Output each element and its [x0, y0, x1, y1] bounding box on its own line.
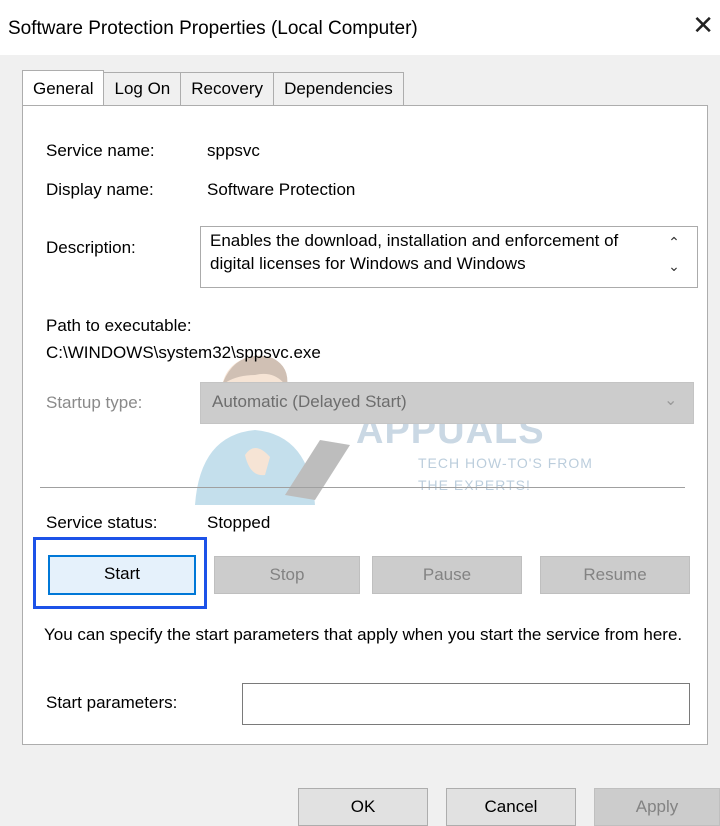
description-text: Enables the download, installation and e… — [210, 231, 619, 273]
tab-log-on[interactable]: Log On — [103, 72, 182, 105]
path-label: Path to executable: — [46, 316, 192, 335]
service-name-value: sppsvc — [207, 141, 260, 160]
start-parameters-info: You can specify the start parameters tha… — [44, 625, 683, 644]
tab-recovery[interactable]: Recovery — [180, 72, 275, 105]
tab-bar: General Log On Recovery Dependencies — [22, 70, 404, 106]
window-title: Software Protection Properties (Local Co… — [8, 18, 418, 39]
display-name-value: Software Protection — [207, 180, 356, 199]
chevron-up-icon[interactable]: ⌃ — [664, 234, 684, 254]
tab-dependencies[interactable]: Dependencies — [273, 72, 404, 105]
service-status-label: Service status: — [46, 513, 158, 532]
ok-button[interactable]: OK — [298, 788, 428, 826]
start-parameters-input[interactable] — [242, 683, 690, 725]
path-value: C:\WINDOWS\system32\sppsvc.exe — [46, 343, 321, 362]
startup-type-label: Startup type: — [46, 393, 143, 412]
pause-button[interactable]: Pause — [372, 556, 522, 594]
description-label: Description: — [46, 238, 136, 257]
cancel-button[interactable]: Cancel — [446, 788, 576, 826]
stop-button[interactable]: Stop — [214, 556, 360, 594]
chevron-down-icon: ⌄ — [664, 392, 678, 409]
divider — [40, 487, 685, 488]
service-status-value: Stopped — [207, 513, 271, 532]
watermark-tagline-2: THE EXPERTS! — [418, 477, 531, 493]
start-button-highlight — [33, 537, 207, 609]
close-icon[interactable]: ✕ — [692, 12, 714, 38]
resume-button[interactable]: Resume — [540, 556, 690, 594]
start-parameters-label: Start parameters: — [46, 693, 178, 712]
apply-button[interactable]: Apply — [594, 788, 720, 826]
startup-type-value: Automatic (Delayed Start) — [212, 392, 407, 411]
watermark-mascot-icon — [195, 355, 350, 505]
tab-general[interactable]: General — [22, 70, 105, 105]
display-name-label: Display name: — [46, 180, 154, 199]
watermark-tagline-1: TECH HOW-TO'S FROM — [418, 455, 593, 471]
service-name-label: Service name: — [46, 141, 155, 160]
chevron-down-icon[interactable]: ⌄ — [664, 258, 684, 278]
